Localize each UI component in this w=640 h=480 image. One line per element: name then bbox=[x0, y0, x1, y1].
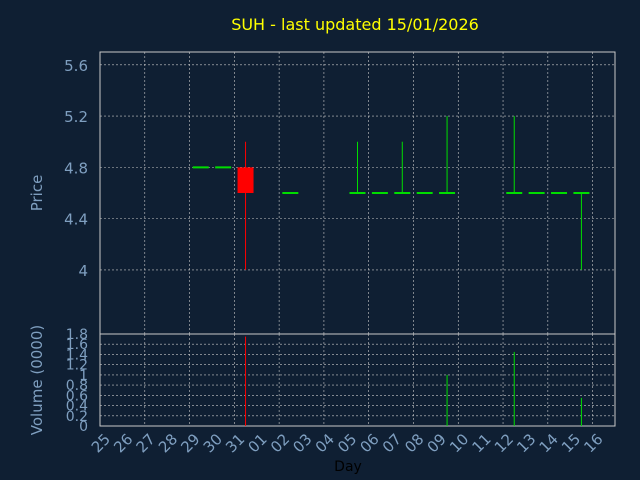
candlesticks bbox=[192, 116, 590, 270]
price-axis-label: Price bbox=[28, 175, 46, 212]
candle-body bbox=[237, 167, 254, 193]
x-axis-label: Day bbox=[334, 459, 362, 475]
volume-y-tick-label: 1.8 bbox=[66, 327, 88, 343]
price-y-tick-label: 5.2 bbox=[64, 108, 88, 126]
price-y-tick-label: 4.8 bbox=[64, 159, 88, 177]
price-y-tick-label: 4 bbox=[78, 262, 88, 280]
price-y-tick-label: 4.4 bbox=[64, 211, 88, 229]
price-y-tick-labels: 4 4.4 4.8 5.2 5.6 bbox=[64, 57, 88, 280]
volume-grid bbox=[100, 333, 615, 427]
x-tick-labels: 2526272829303101020304050607080910111213… bbox=[88, 430, 607, 456]
volume-bars bbox=[245, 336, 582, 426]
x-tick-label: 16 bbox=[580, 430, 606, 456]
volume-axis-label: Volume (0000) bbox=[28, 325, 46, 435]
volume-y-tick-labels: 00.20.40.60.811.21.41.61.8 bbox=[66, 327, 88, 435]
chart-title: SUH - last updated 15/01/2026 bbox=[231, 15, 479, 34]
volume-plot-frame bbox=[99, 333, 616, 427]
price-y-tick-label: 5.6 bbox=[64, 57, 88, 75]
stock-chart: SUH - last updated 15/01/2026 4 4.4 4.8 5.2… bbox=[28, 15, 616, 475]
